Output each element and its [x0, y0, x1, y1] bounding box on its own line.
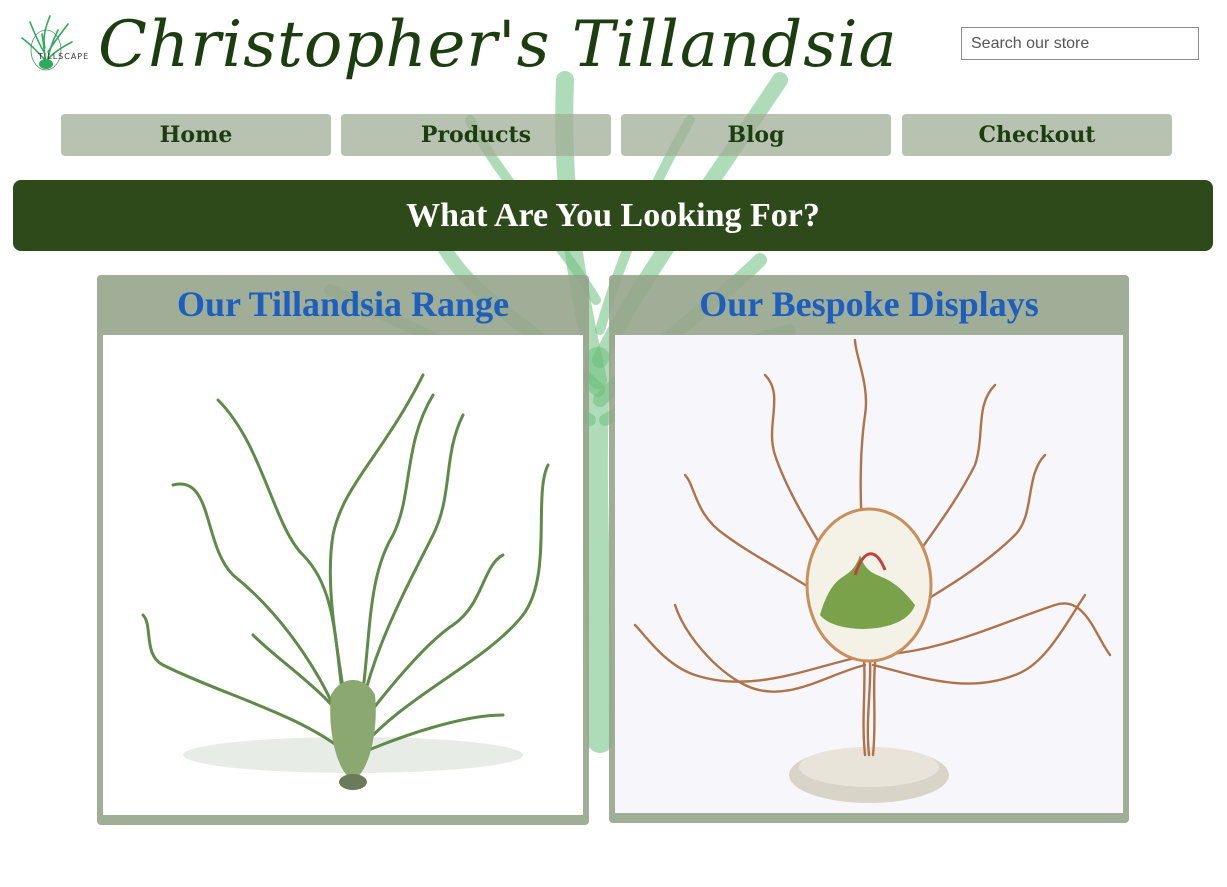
site-header: TILLSCAPE Christopher's Tillandsia [0, 0, 1227, 100]
nav-products-button[interactable]: Products [341, 114, 611, 156]
bespoke-display-image[interactable] [615, 335, 1123, 813]
search-input[interactable] [961, 27, 1199, 60]
page: TILLSCAPE Christopher's Tillandsia Home … [0, 0, 1227, 887]
section-banner: What Are You Looking For? [13, 180, 1213, 251]
tillandsia-range-card[interactable]: Our Tillandsia Range [97, 275, 589, 825]
copper-tree-display-illustration [633, 338, 1112, 803]
logo[interactable]: TILLSCAPE [12, 12, 88, 72]
logo-text: TILLSCAPE [38, 52, 90, 61]
nav-home-button[interactable]: Home [61, 114, 331, 156]
card-title[interactable]: Our Bespoke Displays [609, 275, 1129, 333]
tillandsia-plant-image[interactable] [103, 335, 583, 815]
main-nav: Home Products Blog Checkout [0, 114, 1227, 156]
nav-blog-button[interactable]: Blog [621, 114, 891, 156]
card-title[interactable]: Our Tillandsia Range [97, 275, 589, 333]
bespoke-displays-card[interactable]: Our Bespoke Displays [609, 275, 1129, 823]
tillandsia-plant-illustration [141, 373, 550, 790]
nav-checkout-button[interactable]: Checkout [902, 114, 1172, 156]
site-title[interactable]: Christopher's Tillandsia [98, 8, 898, 82]
logo-plant-icon [21, 15, 73, 71]
